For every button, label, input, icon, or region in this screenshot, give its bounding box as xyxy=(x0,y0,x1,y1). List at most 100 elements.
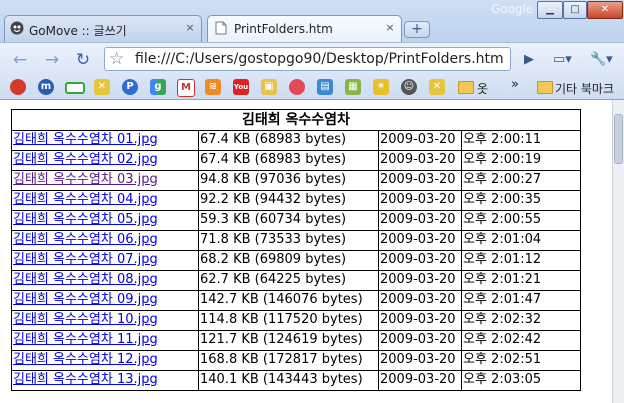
file-time-cell: 오후 2:00:27 xyxy=(461,170,581,191)
bookmark-box-icon[interactable]: ▣ xyxy=(261,79,277,95)
file-name-cell: 김태희 옥수수염차 02.jpg xyxy=(11,150,199,171)
wrench-menu-icon[interactable]: 🔧▾ xyxy=(590,50,613,70)
file-time-cell: 오후 2:01:04 xyxy=(461,230,581,251)
file-link[interactable]: 김태희 옥수수염차 12.jpg xyxy=(13,352,158,367)
bookmark-folder-icon[interactable] xyxy=(458,81,474,94)
bookmark-x-icon[interactable]: ✕ xyxy=(94,79,110,95)
file-link[interactable]: 김태희 옥수수염차 01.jpg xyxy=(13,132,158,147)
tab-close-icon[interactable]: × xyxy=(183,21,197,35)
table-title: 김태희 옥수수염차 xyxy=(11,109,581,131)
bookmark-youtube-icon[interactable]: You xyxy=(233,79,249,95)
table-row: 김태희 옥수수염차 08.jpg 62.7 KB (64225 bytes) 200… xyxy=(11,270,581,291)
file-date-cell: 2009-03-20 xyxy=(378,270,462,291)
file-link[interactable]: 김태희 옥수수염차 07.jpg xyxy=(13,252,158,267)
file-time-cell: 오후 2:02:42 xyxy=(461,330,581,351)
other-bookmarks-label[interactable]: 기타 북마크 xyxy=(555,80,614,97)
bookmark-google-icon[interactable]: g xyxy=(150,79,166,95)
file-time-cell: 오후 2:02:32 xyxy=(461,310,581,331)
bookmark-m-icon[interactable]: m xyxy=(38,79,54,95)
page-favicon-icon xyxy=(215,21,227,35)
file-size-cell: 62.7 KB (64225 bytes) xyxy=(198,270,379,291)
file-link[interactable]: 김태희 옥수수염차 05.jpg xyxy=(13,212,158,227)
file-size-cell: 92.2 KB (94432 bytes) xyxy=(198,190,379,211)
maximize-button[interactable]: □ xyxy=(563,1,587,19)
gomove-favicon-icon xyxy=(10,21,24,35)
file-link[interactable]: 김태희 옥수수염차 08.jpg xyxy=(13,272,158,287)
file-name-cell: 김태희 옥수수염차 04.jpg xyxy=(11,190,199,211)
bookmark-folder-label[interactable]: 옷 xyxy=(477,80,488,97)
file-time-cell: 오후 2:03:05 xyxy=(461,370,581,391)
bookmark-star-icon[interactable]: ☆ xyxy=(109,49,124,69)
tab-close-icon[interactable]: × xyxy=(383,21,397,35)
bookmark-pill-icon[interactable] xyxy=(289,79,305,95)
bookmark-p-icon[interactable]: P xyxy=(122,79,138,95)
minimize-button[interactable]: ▁ xyxy=(537,1,563,19)
bookmark-grid-icon[interactable]: ▦ xyxy=(345,79,361,95)
table-row: 김태희 옥수수염차 04.jpg 92.2 KB (94432 bytes) 200… xyxy=(11,190,581,211)
file-name-cell: 김태희 옥수수염차 10.jpg xyxy=(11,310,199,331)
file-link[interactable]: 김태희 옥수수염차 10.jpg xyxy=(13,312,158,327)
file-link[interactable]: 김태희 옥수수염차 06.jpg xyxy=(13,232,158,247)
table-row: 김태희 옥수수염차 12.jpg 168.8 KB (172817 bytes) 2… xyxy=(11,350,581,371)
file-name-cell: 김태희 옥수수염차 07.jpg xyxy=(11,250,199,271)
file-size-cell: 94.8 KB (97036 bytes) xyxy=(198,170,379,191)
tab-title: GoMove :: 글쓰기 xyxy=(29,24,127,38)
bookmark-lock-icon[interactable]: ▤ xyxy=(317,79,333,95)
file-time-cell: 오후 2:00:35 xyxy=(461,190,581,211)
bookmark-x2-icon[interactable]: ✕ xyxy=(429,79,445,95)
file-name-cell: 김태희 옥수수염차 09.jpg xyxy=(11,290,199,311)
file-table: 김태희 옥수수염차 김태희 옥수수염차 01.jpg 67.4 KB (68983… xyxy=(11,109,581,391)
file-size-cell: 67.4 KB (68983 bytes) xyxy=(198,130,379,151)
file-size-cell: 67.4 KB (68983 bytes) xyxy=(198,150,379,171)
file-time-cell: 오후 2:00:19 xyxy=(461,150,581,171)
file-time-cell: 오후 2:01:47 xyxy=(461,290,581,311)
tab-gomove[interactable]: GoMove :: 글쓰기 × xyxy=(4,15,202,42)
file-link[interactable]: 김태희 옥수수염차 09.jpg xyxy=(13,292,158,307)
table-row: 김태희 옥수수염차 03.jpg 94.8 KB (97036 bytes) 200… xyxy=(11,170,581,191)
address-bar[interactable]: ☆ file:///C:/Users/gostopgo90/Desktop/Pr… xyxy=(104,47,511,71)
file-link[interactable]: 김태희 옥수수염차 02.jpg xyxy=(13,152,158,167)
file-date-cell: 2009-03-20 xyxy=(378,350,462,371)
file-link[interactable]: 김태희 옥수수염차 03.jpg xyxy=(13,172,158,187)
vertical-scrollbar[interactable] xyxy=(612,100,624,403)
address-url[interactable]: file:///C:/Users/gostopgo90/Desktop/Prin… xyxy=(135,51,507,67)
tab-title: PrintFolders.htm xyxy=(234,22,333,36)
file-date-cell: 2009-03-20 xyxy=(378,370,462,391)
back-button[interactable]: ← xyxy=(7,48,33,72)
bookmarks-overflow-button[interactable]: » xyxy=(511,77,519,92)
bookmark-bee-icon[interactable]: ✶ xyxy=(373,79,389,95)
browser-brand: Google xyxy=(491,2,534,16)
go-button[interactable]: ▶ xyxy=(524,50,534,70)
forward-button[interactable]: → xyxy=(39,48,65,72)
new-tab-button[interactable]: + xyxy=(404,21,430,38)
bookmark-face-icon[interactable]: ☺ xyxy=(401,79,417,95)
file-date-cell: 2009-03-20 xyxy=(378,190,462,211)
scrollbar-thumb[interactable] xyxy=(614,114,623,164)
table-row: 김태희 옥수수염차 07.jpg 68.2 KB (69809 bytes) 200… xyxy=(11,250,581,271)
file-date-cell: 2009-03-20 xyxy=(378,130,462,151)
page-menu-icon[interactable]: ▭▾ xyxy=(553,50,572,70)
table-row: 김태희 옥수수염차 11.jpg 121.7 KB (124619 bytes) 2… xyxy=(11,330,581,351)
page-content: 김태희 옥수수염차 김태희 옥수수염차 01.jpg 67.4 KB (68983… xyxy=(0,100,612,403)
table-row: 김태희 옥수수염차 13.jpg 140.1 KB (143443 bytes) 2… xyxy=(11,370,581,391)
file-date-cell: 2009-03-20 xyxy=(378,210,462,231)
file-link[interactable]: 김태희 옥수수염차 13.jpg xyxy=(13,372,158,387)
file-name-cell: 김태희 옥수수염차 08.jpg xyxy=(11,270,199,291)
close-window-button[interactable]: ✕ xyxy=(587,1,623,19)
bookmark-devil-icon[interactable] xyxy=(10,79,26,95)
bookmark-rectangle-icon[interactable] xyxy=(65,82,85,94)
file-date-cell: 2009-03-20 xyxy=(378,310,462,331)
file-date-cell: 2009-03-20 xyxy=(378,230,462,251)
file-name-cell: 김태희 옥수수염차 11.jpg xyxy=(11,330,199,351)
tab-printfolders[interactable]: PrintFolders.htm × xyxy=(207,15,402,42)
other-bookmarks-folder-icon[interactable] xyxy=(537,81,553,94)
table-row: 김태희 옥수수염차 09.jpg 142.7 KB (146076 bytes) 2… xyxy=(11,290,581,311)
bookmark-gmail-icon[interactable]: M xyxy=(177,79,195,97)
file-size-cell: 142.7 KB (146076 bytes) xyxy=(198,290,379,311)
toolbar: ← → ↻ ☆ file:///C:/Users/gostopgo90/Desk… xyxy=(0,42,624,76)
file-name-cell: 김태희 옥수수염차 03.jpg xyxy=(11,170,199,191)
bookmark-rss-icon[interactable]: ≋ xyxy=(205,79,221,95)
file-link[interactable]: 김태희 옥수수염차 04.jpg xyxy=(13,192,158,207)
reload-button[interactable]: ↻ xyxy=(70,48,96,72)
file-link[interactable]: 김태희 옥수수염차 11.jpg xyxy=(13,332,158,347)
